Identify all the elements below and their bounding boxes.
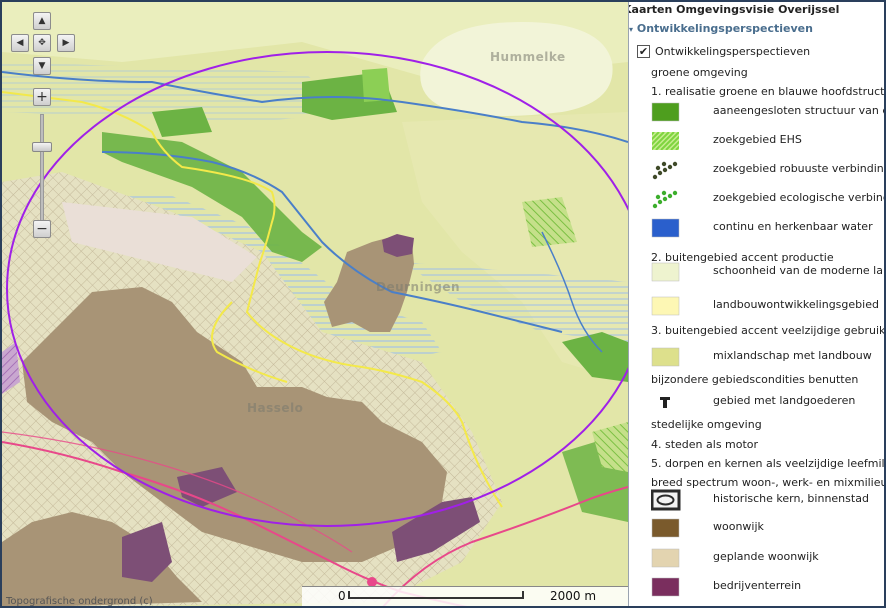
arrow-up-icon: ▲ <box>38 16 46 26</box>
place-label-deurningen: Deurningen <box>376 280 461 294</box>
legend-swatch-hatched-green <box>652 132 679 150</box>
legend-entry-label: zoekgebied robuuste verbindingen <box>713 162 886 175</box>
legend-entry-label: woonwijk <box>713 520 764 533</box>
legend-swatch-solid <box>651 262 680 282</box>
legend-heading: stedelijke omgeving <box>651 418 762 431</box>
plus-icon: + <box>36 89 48 105</box>
pan-up-button[interactable]: ▲ <box>33 12 51 30</box>
legend-swatch-dots-dark <box>652 161 678 180</box>
scale-start-label: 0 <box>338 589 346 603</box>
legend-entry-label: gebied met landgoederen <box>713 394 856 407</box>
legend-swatch-estate-icon <box>660 397 670 408</box>
arrow-right-icon: ▶ <box>62 38 70 48</box>
legend-swatch-solid <box>651 347 680 367</box>
pan-center-button[interactable]: ✥ <box>33 34 51 52</box>
legend-heading: 1. realisatie groene en blauwe hoofdstru… <box>651 85 886 98</box>
app-frame: Hummelke Deurningen Hasselo ▲ ◀ ✥ ▶ ▼ + … <box>0 0 886 608</box>
layer-checkbox[interactable]: ✔ <box>637 45 650 58</box>
legend-swatch-solid-brown <box>651 518 680 538</box>
pan-left-button[interactable]: ◀ <box>11 34 29 52</box>
legend-entry-label: landbouwontwikkelingsgebied <box>713 298 879 311</box>
legend-swatch-solid <box>651 296 680 316</box>
legend-swatch-historic <box>651 489 681 511</box>
scale-line <box>348 591 524 599</box>
legend-entry-label: bedrijventerrein <box>713 579 802 592</box>
legend-swatch-solid-blue <box>651 218 680 238</box>
legend-entry-label: zoekgebied EHS <box>713 133 802 146</box>
legend-entry-label: aaneengesloten structuur van ecologische… <box>713 104 884 117</box>
zoom-in-button[interactable]: + <box>33 88 51 106</box>
legend-entry-label: mixlandschap met landbouw <box>713 349 872 362</box>
legend-entry-label: zoekgebied ecologische verbindingen <box>713 191 884 204</box>
layer-label: Ontwikkelingsperspectieven <box>655 45 811 58</box>
legend-swatch-solid <box>651 577 680 597</box>
arrow-down-icon: ▼ <box>38 61 46 71</box>
legend-heading: 3. buitengebied accent veelzijdige gebru… <box>651 324 886 337</box>
pan-down-button[interactable]: ▼ <box>33 57 51 75</box>
pan-right-button[interactable]: ▶ <box>57 34 75 52</box>
legend-heading: bijzondere gebiedscondities benutten <box>651 373 859 386</box>
checkmark-icon: ✔ <box>638 45 649 58</box>
legend-entry-label: historische kern, binnenstad <box>713 492 869 505</box>
arrow-left-icon: ◀ <box>16 38 24 48</box>
collapse-arrow-icon: ▾ <box>629 25 634 34</box>
zoom-slider-handle[interactable] <box>32 142 52 152</box>
map-credits: Topografische ondergrond (c) <box>6 596 153 607</box>
legend-title: Kaarten Omgevingsvisie Overijssel <box>628 3 840 16</box>
ehs-north-2 <box>362 68 390 102</box>
legend-subtitle-label: Ontwikkelingsperspectieven <box>636 22 813 35</box>
legend-subtitle[interactable]: ▾ Ontwikkelingsperspectieven <box>629 22 813 35</box>
legend-swatch-solid-green <box>651 102 680 122</box>
legend-entry-label: continu en herkenbaar water <box>713 220 873 233</box>
place-label-hummelke: Hummelke <box>490 50 566 64</box>
zoom-out-button[interactable]: − <box>33 220 51 238</box>
legend-swatch-solid <box>651 548 680 568</box>
legend-heading: 4. steden als motor <box>651 438 759 451</box>
legend-heading: groene omgeving <box>651 66 748 79</box>
crosshair-icon: ✥ <box>38 38 46 48</box>
legend-entry-label: schoonheid van de moderne landbouw <box>713 264 884 277</box>
legend-swatch-dots-green <box>652 190 678 209</box>
legend-panel: Kaarten Omgevingsvisie Overijssel ▾ Ontw… <box>628 2 886 606</box>
map-canvas[interactable] <box>2 2 628 608</box>
legend-heading: breed spectrum woon-, werk- en mixmilieu… <box>651 476 886 489</box>
legend-entry-label: geplande woonwijk <box>713 550 819 563</box>
zoom-track[interactable] <box>40 114 44 226</box>
place-label-hasselo: Hasselo <box>247 401 304 415</box>
map-view[interactable]: Hummelke Deurningen Hasselo ▲ ◀ ✥ ▶ ▼ + … <box>2 2 628 608</box>
legend-heading: 5. dorpen en kernen als veelzijdige leef… <box>651 457 886 470</box>
scale-end-label: 2000 m <box>550 589 597 603</box>
scale-bar: 0 2000 m <box>302 586 628 606</box>
minus-icon: − <box>36 221 48 237</box>
ehs-patch <box>152 107 212 137</box>
